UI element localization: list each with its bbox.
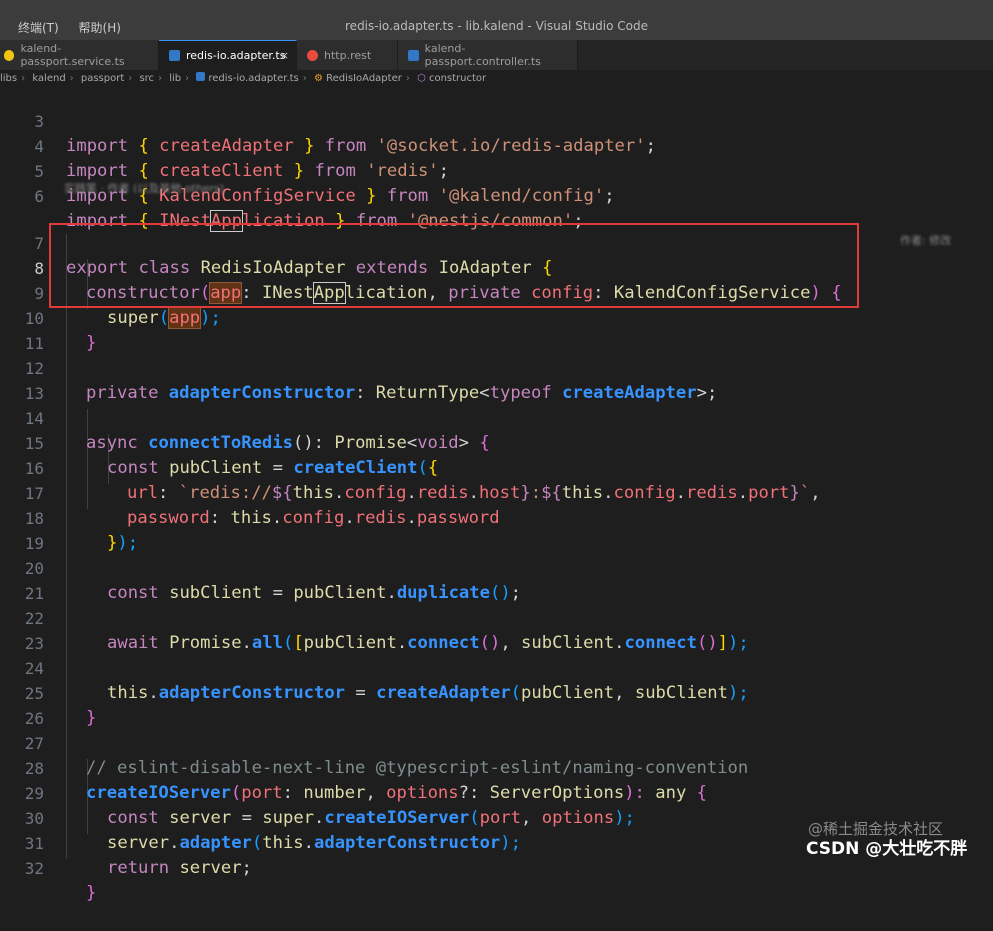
code-line: 30 server.adapter(this.adapterConstructo… [0, 781, 993, 853]
code-line: 21 [0, 556, 993, 603]
tab-passport-controller[interactable]: kalend-passport.controller.ts [398, 40, 578, 70]
breadcrumb-item[interactable]: libs [0, 73, 17, 84]
tab-passport-service[interactable]: kalend-passport.service.ts [0, 40, 159, 70]
watermark-csdn: CSDN @大壮吃不胖 [806, 839, 968, 859]
code-line: 4 import { createClient } from 'redis'; [0, 109, 993, 181]
tab-label: redis-io.adapter.ts [186, 49, 286, 62]
code-line: 3 import { createAdapter } from '@socket… [0, 84, 993, 156]
http-file-icon [307, 49, 318, 61]
window-title: redis-io.adapter.ts - lib.kalend - Visua… [345, 19, 648, 33]
code-line: 17 password: this.config.redis.password [0, 456, 993, 528]
code-line: 18 }); [0, 481, 993, 553]
code-line: 22 await Promise.all([pubClient.connect(… [0, 581, 993, 653]
tab-bar: kalend-passport.service.ts redis-io.adap… [0, 40, 993, 70]
code-line: 27 // eslint-disable-next-line @typescri… [0, 706, 993, 778]
breadcrumb-item[interactable]: src [139, 73, 154, 84]
tab-http-rest[interactable]: http.rest [297, 40, 398, 70]
tab-label: http.rest [324, 48, 372, 62]
typescript-file-icon [196, 72, 206, 81]
code-line: 24 this.adapterConstructor = createAdapt… [0, 631, 993, 703]
tab-label: kalend-passport.service.ts [20, 42, 125, 68]
code-line: 14 async connectToRedis(): Promise<void>… [0, 381, 993, 453]
git-blame-annotation: 实践笔 · 作者 (以及其他 others) [64, 182, 225, 195]
code-line: 29 const server = super.createIOServer(p… [0, 756, 993, 828]
code-line: 5 import { KalendConfigService } from '@… [0, 134, 993, 206]
breadcrumb-item[interactable]: lib [169, 73, 181, 84]
breadcrumb-item[interactable]: kalend [32, 73, 65, 84]
typescript-file-icon [408, 49, 419, 61]
breadcrumb-item[interactable]: constructor [429, 73, 486, 84]
code-line: 26 [0, 681, 993, 728]
code-line: 15 const pubClient = createClient({ [0, 406, 993, 478]
code-line: 20 const subClient = pubClient.duplicate… [0, 531, 993, 603]
code-line: 12 private adapterConstructor: ReturnTyp… [0, 331, 993, 403]
angular-service-icon [4, 49, 15, 61]
code-line: 16 url: `redis://${this.config.redis.hos… [0, 431, 993, 503]
code-line: 23 [0, 606, 993, 653]
typescript-file-icon [169, 50, 180, 61]
highlight-box [49, 223, 859, 308]
title-bar: 终端(T) 帮助(H) redis-io.adapter.ts - lib.ka… [0, 0, 993, 40]
breadcrumb-item[interactable]: RedisIoAdapter [326, 73, 402, 84]
close-icon[interactable]: × [280, 49, 289, 62]
breadcrumb-item[interactable]: redis-io.adapter.ts [208, 73, 298, 84]
code-line: 19 [0, 506, 993, 553]
tab-label: kalend-passport.controller.ts [424, 42, 541, 68]
code-line: 25 } [0, 656, 993, 728]
git-lens-inline: 作者: 修改 [900, 234, 952, 247]
method-symbol-icon: ⬡ [417, 73, 426, 84]
breadcrumb-item[interactable]: passport [81, 73, 124, 84]
line-number: 32 [24, 859, 44, 878]
class-symbol-icon: ⚙ [313, 73, 323, 84]
code-line: 28 createIOServer(port: number, options?… [0, 731, 993, 803]
tab-redis-io-adapter[interactable]: redis-io.adapter.ts × [159, 40, 297, 70]
code-line: 11 [0, 306, 993, 353]
code-line: 13 [0, 356, 993, 403]
